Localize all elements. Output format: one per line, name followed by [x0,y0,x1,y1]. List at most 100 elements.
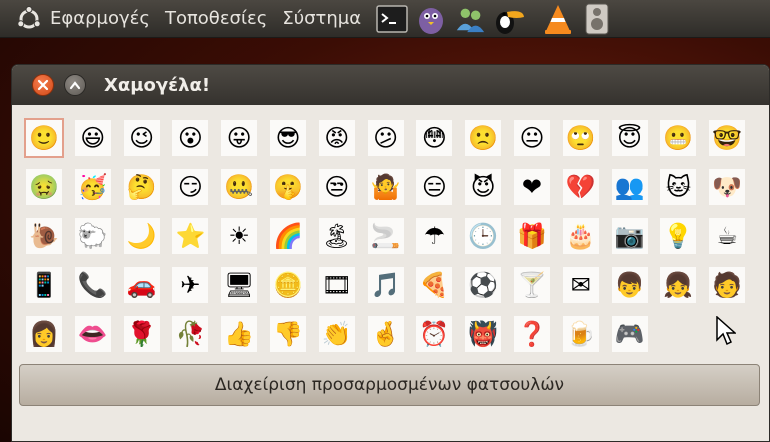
smiley-cell[interactable]: 🍸 [508,260,556,309]
smiley-cell[interactable]: 👎 [264,309,312,358]
smiley-cell[interactable]: 🤢 [20,162,68,211]
umbrella-icon: ☂ [416,217,453,254]
smiley-cell[interactable]: 😎 [264,113,312,162]
pidgin-launcher[interactable] [415,3,447,35]
smiley-cell[interactable]: 🤷 [362,162,410,211]
smiley-cell[interactable]: 🎮 [606,309,654,358]
smiley-cell[interactable]: 💔 [557,162,605,211]
title-bar[interactable]: Χαμογέλα! [12,65,769,105]
sun-icon: ☀ [221,217,258,254]
smiley-cell[interactable]: 🏝 [313,211,361,260]
smiley-cell[interactable]: 👧 [654,260,702,309]
smiley-cell[interactable]: 🎞 [313,260,361,309]
smiley-cell[interactable]: 👥 [606,162,654,211]
smiley-cell[interactable]: ✉ [557,260,605,309]
smiley-cell[interactable]: 🤐 [215,162,263,211]
smiley-cell[interactable]: 🪙 [264,260,312,309]
smiley-cell[interactable]: ☂ [410,211,458,260]
smiley-cell[interactable]: 👦 [606,260,654,309]
smiley-cell[interactable]: 🍺 [557,309,605,358]
smiley-cell[interactable]: 🥳 [69,162,117,211]
smiley-cell[interactable]: 🎵 [362,260,410,309]
smiley-cell[interactable]: 🙂 [20,113,68,162]
smiley-cell[interactable]: 😇 [606,113,654,162]
smiley-cell[interactable]: 😳 [410,113,458,162]
smiley-cell[interactable]: 🌈 [264,211,312,260]
smiley-cell[interactable]: 👄 [69,309,117,358]
smiley-cell[interactable]: 🤔 [118,162,166,211]
smiley-cell[interactable]: 🤫 [264,162,312,211]
computer-icon: 🖥 [221,266,258,303]
smiley-cell[interactable]: 😑 [410,162,458,211]
smiley-cell[interactable]: 🐑 [69,211,117,260]
neutral-icon: 😐 [513,119,550,156]
smiley-cell[interactable]: 🕒 [459,211,507,260]
menu-applications[interactable]: Εφαρμογές [50,8,150,29]
speaker-launcher[interactable] [581,3,613,35]
smiley-cell[interactable]: ✈ [166,260,214,309]
smiley-cell[interactable]: 📷 [606,211,654,260]
star-icon: ⭐ [172,217,209,254]
smiley-cell[interactable]: 👍 [215,309,263,358]
smiley-cell[interactable]: 😉 [118,113,166,162]
smiley-cell[interactable]: 🌹 [118,309,166,358]
smiley-cell[interactable]: ❓ [508,309,556,358]
devil-face-icon: 👹 [465,315,502,352]
smiley-cell[interactable]: 🤓 [703,113,751,162]
smiley-cell[interactable]: 🥀 [166,309,214,358]
smiley-cell[interactable]: 😛 [215,113,263,162]
menu-places[interactable]: Τοποθεσίες [165,8,267,29]
smiley-cell[interactable]: 😬 [654,113,702,162]
vlc-icon [545,4,572,34]
close-button[interactable] [32,74,54,96]
smiley-cell[interactable]: 📱 [20,260,68,309]
menu-system[interactable]: Σύστημα [282,8,361,29]
smiley-cell[interactable]: 🌙 [118,211,166,260]
smiley-cell[interactable]: 👩 [20,309,68,358]
smiley-cell[interactable]: 🎁 [508,211,556,260]
smiley-cell[interactable]: ⚽ [459,260,507,309]
smiley-cell[interactable]: 😐 [508,113,556,162]
smiley-cell[interactable]: 🚬 [362,211,410,260]
smiley-cell[interactable]: 😈 [459,162,507,211]
smiley-cell[interactable]: 😏 [166,162,214,211]
smiley-cell[interactable]: ☀ [215,211,263,260]
smiley-cell[interactable]: 🙁 [459,113,507,162]
smiley-cell[interactable]: 👹 [459,309,507,358]
smiley-cell[interactable]: 😮 [166,113,214,162]
smiley-cell[interactable]: 🤞 [362,309,410,358]
smiley-cell[interactable]: 👏 [313,309,361,358]
smiley-cell[interactable]: 🙄 [557,113,605,162]
smiley-cell[interactable]: 🎂 [557,211,605,260]
pidgin-icon [419,7,444,34]
island-icon: 🏝 [318,217,355,254]
smiley-cell[interactable]: 😡 [313,113,361,162]
smiley-cell[interactable]: 💡 [654,211,702,260]
sad-icon: 🙁 [465,119,502,156]
smiley-cell[interactable]: 😕 [362,113,410,162]
smiley-cell[interactable]: 📞 [69,260,117,309]
manage-custom-smileys-button[interactable]: Διαχείριση προσαρμοσμένων φατσουλών [19,364,760,406]
smiley-cell[interactable]: 😒 [313,162,361,211]
smiley-cell[interactable]: 🐱 [654,162,702,211]
smiley-cell[interactable]: 🖥 [215,260,263,309]
smiley-cell[interactable]: 🐌 [20,211,68,260]
vlc-launcher[interactable] [542,3,574,35]
smile-icon: 🙂 [24,117,64,158]
ubuntu-logo-icon[interactable] [16,5,42,32]
smiley-cell[interactable]: ☕ [703,211,751,260]
smiley-cell[interactable]: 🐶 [703,162,751,211]
smiley-cell[interactable]: 😃 [69,113,117,162]
toucan-launcher[interactable] [493,3,525,35]
smiley-cell[interactable]: ❤ [508,162,556,211]
smiley-cell[interactable]: 🚗 [118,260,166,309]
people-launcher[interactable] [454,3,486,35]
sarcastic-icon: 😏 [172,168,209,205]
terminal-launcher[interactable] [376,3,408,35]
smiley-cell[interactable]: ⏰ [410,309,458,358]
smiley-cell[interactable]: ⭐ [166,211,214,260]
maximize-button[interactable] [64,74,86,96]
asl-icon: ❓ [513,315,550,352]
smiley-cell[interactable]: 🧑 [703,260,751,309]
smiley-cell[interactable]: 🍕 [410,260,458,309]
